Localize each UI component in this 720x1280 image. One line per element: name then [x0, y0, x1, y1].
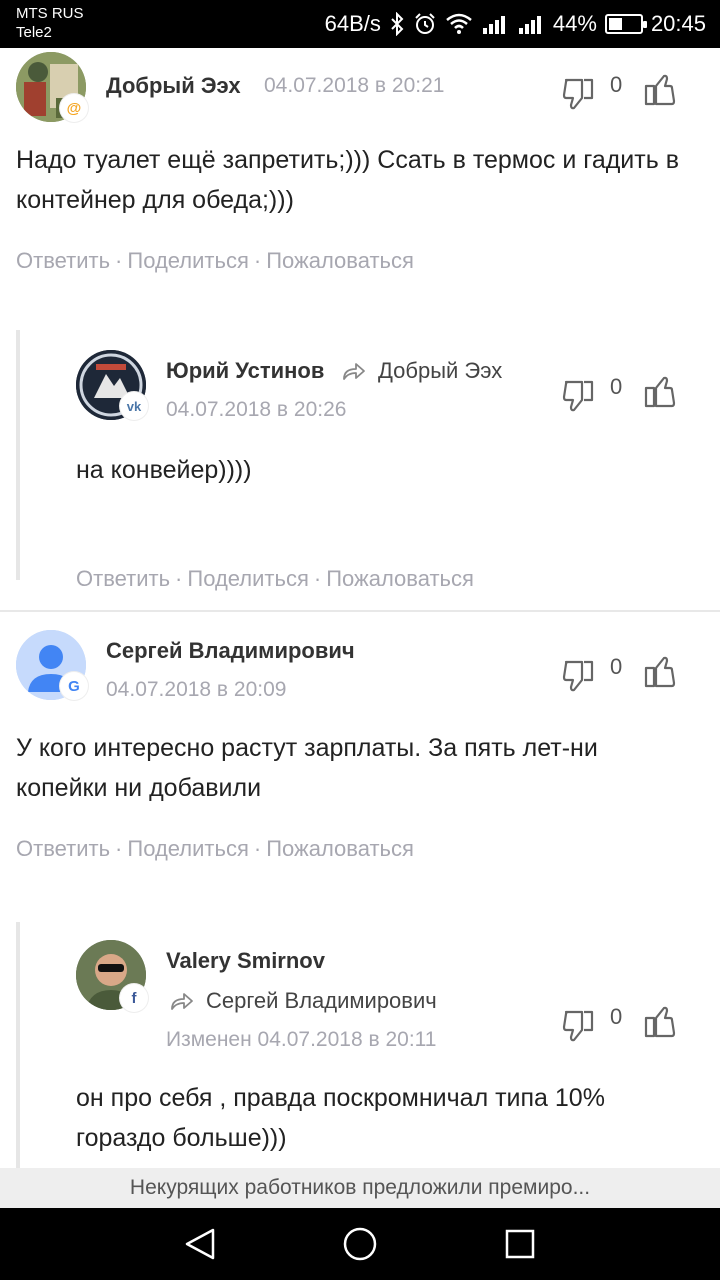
like-icon[interactable]: [644, 72, 676, 113]
share-link[interactable]: Поделиться: [127, 248, 248, 273]
wifi-icon: [445, 12, 473, 36]
comments-feed[interactable]: @ Добрый Ээх 04.07.2018 в 20:21 0 Надо т…: [0, 48, 720, 1168]
reply-to-name: Сергей Владимирович: [206, 988, 437, 1013]
separator-dot: ·: [115, 836, 123, 861]
carrier-1: MTS RUS: [16, 5, 84, 22]
status-icons: 64B/s 44% 20:45: [325, 8, 706, 40]
comment-author[interactable]: Добрый Ээх: [106, 73, 241, 99]
like-icon[interactable]: [644, 374, 676, 415]
carrier-info: MTS RUS Tele2: [16, 4, 84, 42]
reply-arrow-icon: [171, 993, 193, 1010]
report-link[interactable]: Пожаловаться: [266, 836, 414, 861]
comment-date: 04.07.2018 в 20:09: [106, 678, 287, 701]
reply-comment: vk Юрий Устинов Добрый Ээх 04.07.2018 в …: [0, 330, 720, 591]
related-article-banner[interactable]: Некурящих работников предложили премиро.…: [0, 1168, 720, 1208]
separator-dot: ·: [313, 566, 322, 591]
comment-text: на конвейер)))): [76, 456, 252, 484]
like-icon[interactable]: [644, 1004, 676, 1045]
dislike-icon[interactable]: [562, 378, 594, 419]
comment-date: Изменен 04.07.2018 в 20:11: [166, 1028, 437, 1051]
share-link[interactable]: Поделиться: [187, 566, 308, 591]
separator-dot: ·: [115, 248, 123, 273]
reply-comment: f Valery Smirnov Сергей Владимирович Изм…: [0, 922, 720, 1168]
alarm-icon: [413, 12, 437, 36]
vk-badge-icon: vk: [120, 392, 148, 420]
reply-to[interactable]: Добрый Ээх: [342, 358, 502, 384]
battery-level: [608, 18, 622, 30]
comment-author[interactable]: Valery Smirnov: [166, 948, 325, 974]
vote-controls: 0: [562, 1004, 682, 1044]
signal-icon: [517, 12, 545, 36]
reply-link[interactable]: Ответить: [76, 566, 170, 591]
reply-link[interactable]: Ответить: [16, 836, 110, 861]
reply-to[interactable]: Сергей Владимирович: [170, 988, 437, 1014]
bluetooth-icon: [389, 12, 405, 36]
comment-author[interactable]: Юрий Устинов: [166, 358, 324, 384]
comment-actions: Ответить · Поделиться · Пожаловаться: [16, 248, 414, 274]
net-speed: 64B/s: [324, 11, 381, 36]
dislike-icon[interactable]: [562, 1008, 594, 1049]
comment-text: Надо туалет ещё запретить;))) Ссать в те…: [16, 146, 679, 214]
vote-count: 0: [610, 1004, 623, 1029]
share-link[interactable]: Поделиться: [127, 836, 248, 861]
vote-count: 0: [610, 72, 623, 97]
comment: @ Добрый Ээх 04.07.2018 в 20:21 0 Надо т…: [0, 48, 720, 330]
comment-author[interactable]: Сергей Владимирович: [106, 638, 355, 664]
reply-arrow-icon: [343, 363, 365, 380]
like-icon[interactable]: [644, 654, 676, 695]
comment-text: У кого интересно растут зарплаты. За пят…: [16, 734, 598, 802]
carrier-2: Tele2: [16, 24, 52, 41]
vote-count: 0: [610, 374, 623, 399]
separator-dot: ·: [175, 566, 183, 591]
report-link[interactable]: Пожаловаться: [326, 566, 474, 591]
comment-text: он про себя , правда поскромничал типа 1…: [76, 1084, 605, 1152]
separator-dot: ·: [253, 836, 262, 861]
dislike-icon[interactable]: [562, 76, 594, 117]
home-icon[interactable]: [340, 1224, 380, 1264]
status-bar: MTS RUS Tele2 64B/s 44% 20:45: [0, 0, 720, 48]
comment-date: 04.07.2018 в 20:26: [166, 398, 347, 421]
vote-controls: 0: [562, 374, 682, 414]
reply-link[interactable]: Ответить: [16, 248, 110, 273]
comment-actions: Ответить · Поделиться · Пожаловаться: [16, 836, 414, 862]
dislike-icon[interactable]: [562, 658, 594, 699]
comment-date: 04.07.2018 в 20:21: [264, 74, 445, 97]
battery-percent: 44%: [552, 11, 597, 36]
navigation-bar: [0, 1208, 720, 1280]
vote-controls: 0: [562, 72, 682, 112]
clock: 20:45: [650, 11, 706, 36]
mail-badge-icon: @: [60, 94, 88, 122]
vote-controls: 0: [562, 654, 682, 694]
reply-to-name: Добрый Ээх: [378, 358, 503, 383]
google-badge-icon: G: [60, 672, 88, 700]
recents-icon[interactable]: [500, 1224, 540, 1264]
report-link[interactable]: Пожаловаться: [266, 248, 414, 273]
comment: G Сергей Владимирович 04.07.2018 в 20:09…: [0, 612, 720, 912]
comment-actions: Ответить · Поделиться · Пожаловаться: [76, 566, 474, 592]
battery-icon: [604, 14, 647, 34]
back-icon[interactable]: [180, 1224, 220, 1264]
separator-dot: ·: [253, 248, 262, 273]
facebook-badge-icon: f: [120, 984, 148, 1012]
signal-h-icon: [481, 12, 509, 36]
vote-count: 0: [610, 654, 623, 679]
